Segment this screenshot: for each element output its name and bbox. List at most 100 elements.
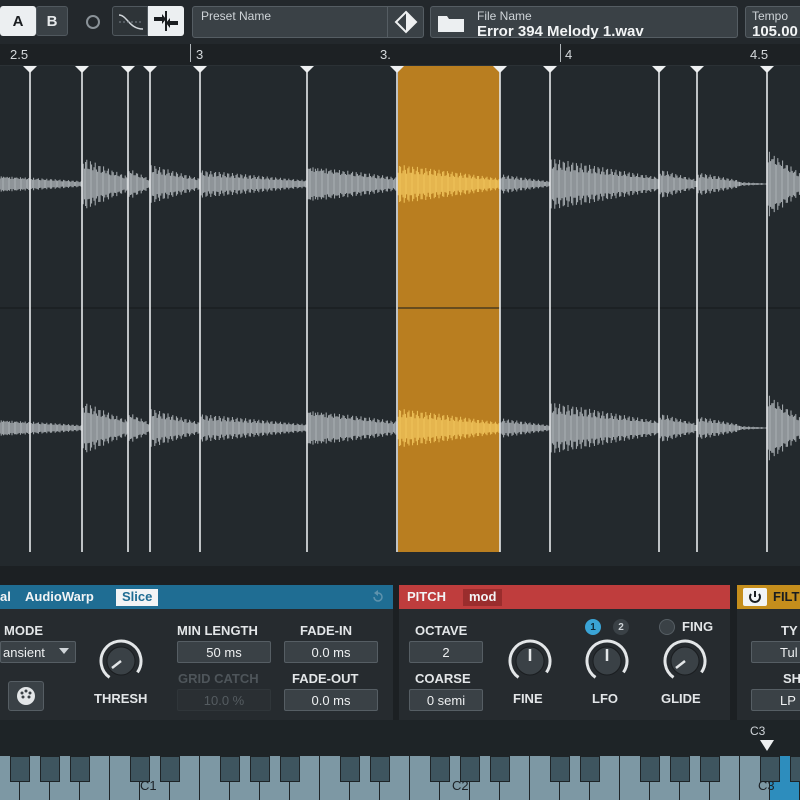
preset-a-button[interactable]: A xyxy=(0,6,36,36)
lfo-label: LFO xyxy=(592,691,618,706)
fing-label: FING xyxy=(682,619,714,634)
warp-arrows-button[interactable] xyxy=(148,6,184,36)
lfo-radio-1[interactable]: 1 xyxy=(585,619,601,635)
piano-black-key[interactable] xyxy=(790,756,800,782)
min-length-value: 50 ms xyxy=(206,644,242,660)
waveform-channel xyxy=(396,409,500,447)
piano-black-key[interactable] xyxy=(670,756,690,782)
piano-black-key[interactable] xyxy=(40,756,60,782)
filter-type-dropdown[interactable]: Tul xyxy=(751,641,800,663)
control-panel: al AudioWarp Slice MODE ansient THRESH M… xyxy=(0,585,800,720)
slice-marker-handle[interactable] xyxy=(300,66,314,73)
filter-shape-dropdown[interactable]: LP xyxy=(751,689,800,711)
fade-in-value: 0.0 ms xyxy=(311,644,351,660)
root-key-marker-icon xyxy=(760,740,774,751)
preset-load-button[interactable] xyxy=(387,7,423,37)
waveform-channel xyxy=(499,174,550,194)
preset-name-field[interactable]: Preset Name xyxy=(192,6,424,38)
timeline-ruler[interactable]: 2.5 3 3. 4 4.5 xyxy=(0,44,800,66)
tempo-label: Tempo xyxy=(752,9,789,23)
waveform-channel xyxy=(499,418,550,438)
piano-black-key[interactable] xyxy=(640,756,660,782)
pitch-mod-tag[interactable]: mod xyxy=(463,589,503,606)
slice-marker-handle[interactable] xyxy=(23,66,37,73)
octave-field[interactable]: 2 xyxy=(409,641,483,663)
slice-marker-handle[interactable] xyxy=(193,66,207,73)
fing-radio[interactable] xyxy=(659,619,675,635)
filter-shape-label: SH xyxy=(783,671,800,686)
midi-button[interactable] xyxy=(8,681,44,711)
slice-marker-handle[interactable] xyxy=(390,66,404,73)
waveform-channel xyxy=(0,420,83,436)
fade-curve-button[interactable] xyxy=(112,6,148,36)
piano-black-key[interactable] xyxy=(580,756,600,782)
fade-out-label: FADE-OUT xyxy=(292,671,359,686)
ruler-label: 4.5 xyxy=(750,47,769,62)
waveform-channel xyxy=(306,167,398,201)
lfo-knob[interactable] xyxy=(585,639,629,683)
tab-manual[interactable]: al xyxy=(0,589,11,604)
slice-marker-handle[interactable] xyxy=(760,66,774,73)
waveform-channel xyxy=(199,414,308,442)
mode-dropdown[interactable]: ansient xyxy=(0,641,76,663)
top-toolbar: A B Preset Name File Name Error 394 Melo… xyxy=(0,0,800,44)
lfo-radio-2[interactable]: 2 xyxy=(613,619,629,635)
slice-section: MODE ansient THRESH MIN LENGTH 50 ms GRI… xyxy=(0,609,393,720)
file-name-label: File Name xyxy=(477,9,532,23)
waveform-channel xyxy=(127,168,151,200)
fade-out-field[interactable]: 0.0 ms xyxy=(284,689,378,711)
tab-slice[interactable]: Slice xyxy=(116,589,159,606)
min-length-field[interactable]: 50 ms xyxy=(177,641,271,663)
coarse-value: 0 semi xyxy=(426,692,466,708)
pitch-title: PITCH xyxy=(407,589,446,604)
slice-marker-handle[interactable] xyxy=(652,66,666,73)
slice-marker-handle[interactable] xyxy=(75,66,89,73)
record-toggle[interactable] xyxy=(86,15,100,29)
waveform-display[interactable] xyxy=(0,66,800,566)
piano-black-key[interactable] xyxy=(490,756,510,782)
fine-knob[interactable] xyxy=(508,639,552,683)
slice-marker-handle[interactable] xyxy=(690,66,704,73)
tab-audiowarp[interactable]: AudioWarp xyxy=(25,589,94,604)
piano-black-key[interactable] xyxy=(700,756,720,782)
preset-b-button[interactable]: B xyxy=(36,6,68,36)
piano-black-key[interactable] xyxy=(160,756,180,782)
filter-power-button[interactable] xyxy=(743,588,767,606)
panel-divider xyxy=(0,566,800,585)
slice-section-header: al AudioWarp Slice xyxy=(0,585,393,609)
piano-black-key[interactable] xyxy=(550,756,570,782)
piano-black-key[interactable] xyxy=(10,756,30,782)
waveform-channel xyxy=(658,412,697,444)
waveform-channel xyxy=(658,168,697,200)
ruler-tick xyxy=(190,44,191,62)
file-name-field[interactable]: File Name Error 394 Melody 1.wav xyxy=(430,6,738,40)
piano-black-key[interactable] xyxy=(70,756,90,782)
chevron-down-icon xyxy=(59,648,69,654)
arrows-icon xyxy=(154,11,178,31)
grid-catch-label: GRID CATCH xyxy=(178,671,259,686)
c3-marker-label: C3 xyxy=(750,724,766,738)
ruler-label: 3 xyxy=(196,47,204,62)
slice-marker-handle[interactable] xyxy=(121,66,135,73)
preset-name-label: Preset Name xyxy=(201,9,272,23)
piano-black-key[interactable] xyxy=(280,756,300,782)
waveform-channel xyxy=(549,159,659,209)
key-octave-label: C3 xyxy=(758,778,775,793)
piano-black-key[interactable] xyxy=(340,756,360,782)
piano-black-key[interactable] xyxy=(370,756,390,782)
piano-black-key[interactable] xyxy=(430,756,450,782)
piano-black-key[interactable] xyxy=(250,756,270,782)
slice-marker-handle[interactable] xyxy=(543,66,557,73)
slice-marker-handle[interactable] xyxy=(493,66,507,73)
waveform-channel xyxy=(696,416,740,440)
piano-black-key[interactable] xyxy=(220,756,240,782)
glide-knob[interactable] xyxy=(663,639,707,683)
tempo-value: 105.00 xyxy=(752,23,798,40)
thresh-knob[interactable] xyxy=(99,639,143,683)
coarse-field[interactable]: 0 semi xyxy=(409,689,483,711)
undo-icon[interactable] xyxy=(371,590,385,604)
fade-in-field[interactable]: 0.0 ms xyxy=(284,641,378,663)
folder-icon xyxy=(438,16,464,32)
slice-marker-handle[interactable] xyxy=(143,66,157,73)
tempo-field[interactable]: Tempo 105.00 xyxy=(745,6,800,40)
